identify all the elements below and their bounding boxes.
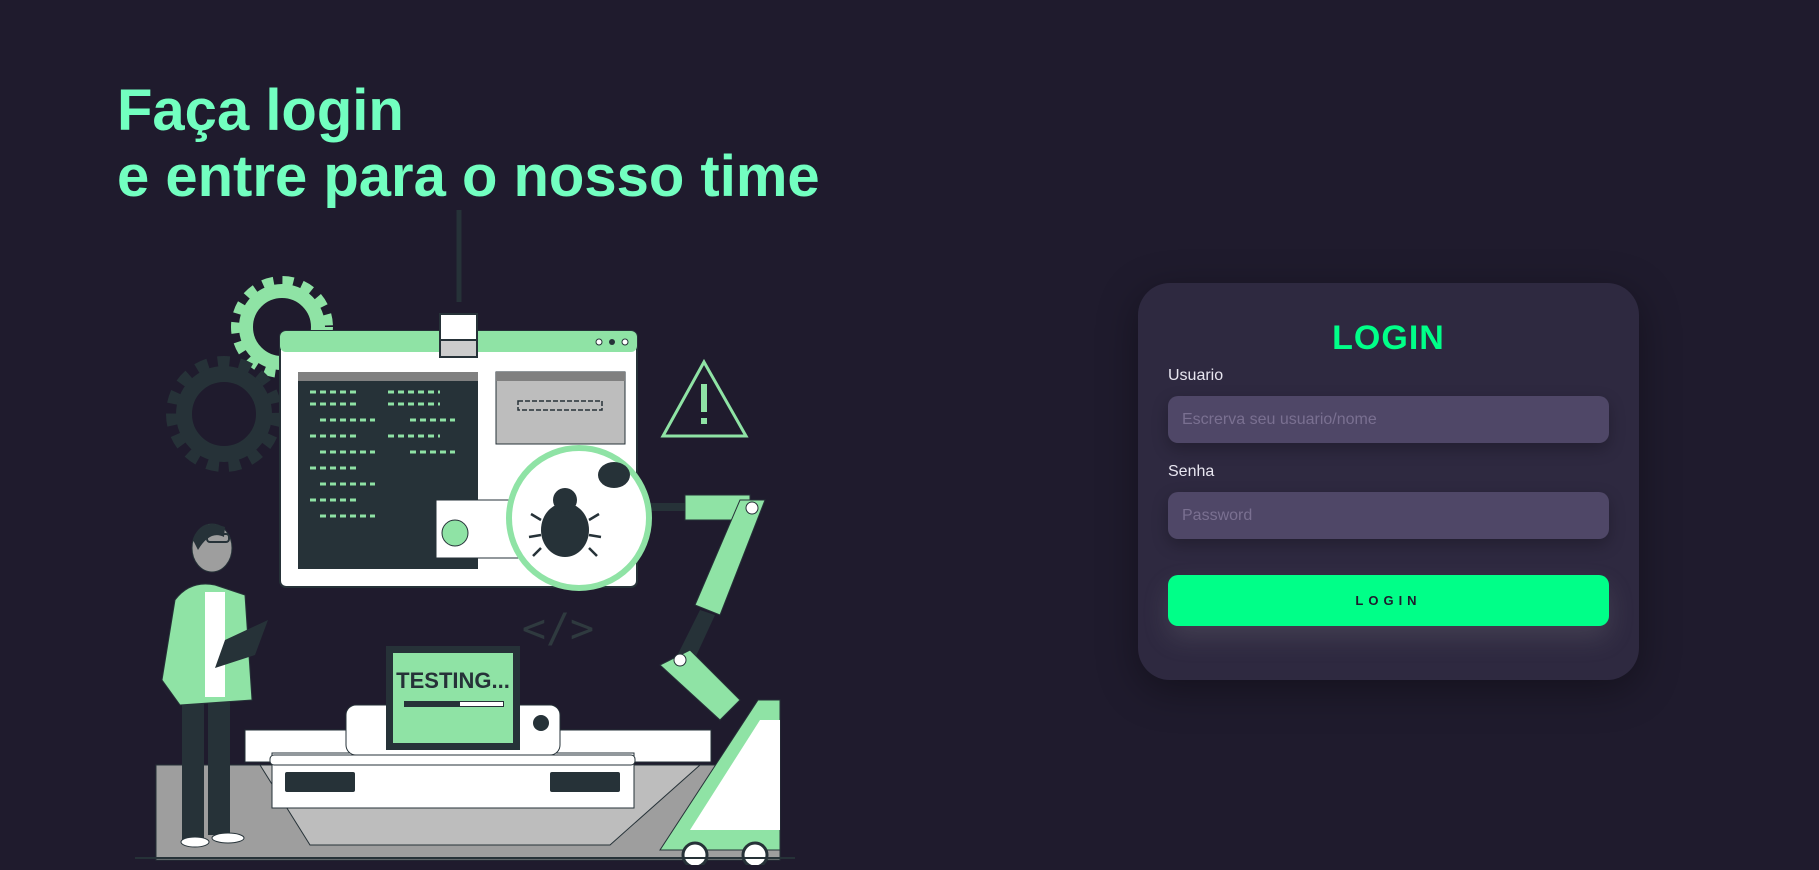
login-title: LOGIN [1332,319,1445,357]
code-tag-icon: </> [522,606,594,652]
warning-icon [660,358,749,438]
testing-label: TESTING... [396,668,510,693]
login-card: LOGIN Usuario Senha LOGIN [1138,283,1639,680]
password-label: Senha [1168,463,1215,480]
bug-testing-illustration: </> TESTING... [135,210,795,865]
password-input[interactable] [1168,492,1609,539]
login-button[interactable]: LOGIN [1168,575,1609,626]
magnifier-bug-icon [506,445,690,591]
hero-line-1: Faça login [117,78,404,143]
username-label: Usuario [1168,367,1224,384]
username-input[interactable] [1168,396,1609,443]
testing-monitor: TESTING... [345,646,561,756]
hero-headline: Faça login e entre para o nosso time [117,78,820,210]
hero-line-2: e entre para o nosso time [117,144,820,209]
dark-gear-icon [166,356,282,472]
